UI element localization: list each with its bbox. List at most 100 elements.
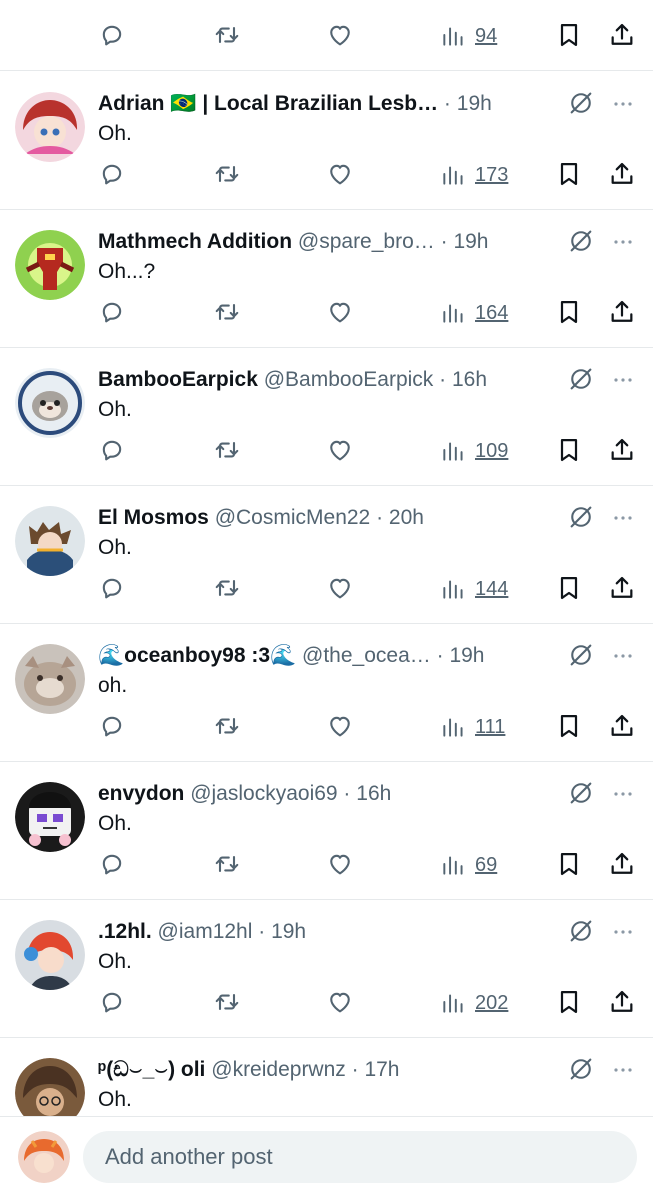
share-icon[interactable]: [608, 574, 638, 604]
heart-icon[interactable]: [326, 988, 356, 1018]
reply-icon[interactable]: [98, 160, 128, 190]
heart-icon[interactable]: [326, 436, 356, 466]
repost-icon[interactable]: [213, 436, 243, 466]
display-name[interactable]: .12hl.: [98, 920, 152, 943]
user-handle[interactable]: @kreideprwnz: [211, 1058, 346, 1081]
bookmark-icon[interactable]: [555, 160, 585, 190]
views-button[interactable]: 202: [440, 988, 530, 1018]
avatar[interactable]: [15, 1058, 85, 1116]
reply-icon[interactable]: [98, 21, 128, 51]
display-name[interactable]: El Mosmos: [98, 506, 209, 529]
avatar[interactable]: [15, 506, 85, 576]
more-options-icon[interactable]: [609, 644, 637, 668]
display-name[interactable]: Mathmech Addition: [98, 230, 292, 253]
bookmark-icon[interactable]: [555, 298, 585, 328]
my-avatar[interactable]: [18, 1131, 70, 1183]
bookmark-icon[interactable]: [555, 850, 585, 880]
bookmark-icon[interactable]: [555, 21, 585, 51]
post-time[interactable]: 17h: [364, 1058, 399, 1081]
post-time[interactable]: 20h: [389, 506, 424, 529]
repost-icon[interactable]: [213, 21, 243, 51]
post-time[interactable]: 19h: [449, 644, 484, 667]
reply-icon[interactable]: [98, 436, 128, 466]
heart-icon[interactable]: [326, 574, 356, 604]
user-handle[interactable]: @CosmicMen22: [215, 506, 371, 529]
repost-icon[interactable]: [213, 298, 243, 328]
more-options-icon[interactable]: [609, 506, 637, 530]
post[interactable]: Mathmech Addition @spare_bro… · 19h Oh..…: [0, 210, 653, 348]
mute-conversation-icon[interactable]: [567, 365, 595, 393]
bookmark-icon[interactable]: [555, 988, 585, 1018]
heart-icon[interactable]: [326, 160, 356, 190]
repost-icon[interactable]: [213, 712, 243, 742]
share-icon[interactable]: [608, 436, 638, 466]
more-options-icon[interactable]: [609, 230, 637, 254]
post[interactable]: 94: [0, 0, 653, 71]
post[interactable]: Adrian 🇧🇷 | Local Brazilian Lesb… · 19h …: [0, 72, 653, 210]
display-name[interactable]: envydon: [98, 782, 184, 805]
avatar[interactable]: [15, 920, 85, 990]
post[interactable]: El Mosmos @CosmicMen22 · 20h Oh. 144: [0, 486, 653, 624]
post-time[interactable]: 16h: [356, 782, 391, 805]
display-name[interactable]: 🌊oceanboy98 :3🌊: [98, 644, 296, 667]
share-icon[interactable]: [608, 160, 638, 190]
heart-icon[interactable]: [326, 21, 356, 51]
post[interactable]: BambooEarpick @BambooEarpick · 16h Oh. 1…: [0, 348, 653, 486]
mute-conversation-icon[interactable]: [567, 227, 595, 255]
avatar[interactable]: [15, 230, 85, 300]
reply-icon[interactable]: [98, 574, 128, 604]
user-handle[interactable]: @jaslockyaoi69: [190, 782, 337, 805]
bookmark-icon[interactable]: [555, 574, 585, 604]
post-time[interactable]: 19h: [457, 92, 492, 115]
reply-icon[interactable]: [98, 298, 128, 328]
user-handle[interactable]: @iam12hl: [158, 920, 253, 943]
avatar[interactable]: [15, 368, 85, 438]
post[interactable]: ᵖ(ඩ⌣_⌣) oli @kreideprwnz · 17h Oh.: [0, 1038, 653, 1116]
heart-icon[interactable]: [326, 850, 356, 880]
reply-icon[interactable]: [98, 850, 128, 880]
post[interactable]: envydon @jaslockyaoi69 · 16h Oh. 69: [0, 762, 653, 900]
heart-icon[interactable]: [326, 298, 356, 328]
views-button[interactable]: 94: [440, 21, 530, 51]
more-options-icon[interactable]: [609, 92, 637, 116]
user-handle[interactable]: @BambooEarpick: [264, 368, 434, 391]
views-button[interactable]: 111: [440, 712, 530, 742]
more-options-icon[interactable]: [609, 368, 637, 392]
avatar[interactable]: [15, 782, 85, 852]
reply-icon[interactable]: [98, 988, 128, 1018]
mute-conversation-icon[interactable]: [567, 917, 595, 945]
share-icon[interactable]: [608, 850, 638, 880]
views-button[interactable]: 144: [440, 574, 530, 604]
post-time[interactable]: 16h: [452, 368, 487, 391]
views-button[interactable]: 109: [440, 436, 530, 466]
post-time[interactable]: 19h: [271, 920, 306, 943]
repost-icon[interactable]: [213, 850, 243, 880]
display-name[interactable]: BambooEarpick: [98, 368, 258, 391]
views-button[interactable]: 69: [440, 850, 530, 880]
avatar[interactable]: [15, 644, 85, 714]
post-time[interactable]: 19h: [453, 230, 488, 253]
add-post-input[interactable]: Add another post: [83, 1131, 637, 1183]
display-name[interactable]: Adrian 🇧🇷 | Local Brazilian Lesb…: [98, 92, 438, 115]
user-handle[interactable]: @spare_bro…: [298, 230, 435, 253]
views-button[interactable]: 164: [440, 298, 530, 328]
more-options-icon[interactable]: [609, 920, 637, 944]
display-name[interactable]: ᵖ(ඩ⌣_⌣) oli: [98, 1058, 205, 1081]
post[interactable]: 🌊oceanboy98 :3🌊 @the_ocea… · 19h oh. 111: [0, 624, 653, 762]
views-button[interactable]: 173: [440, 160, 530, 190]
mute-conversation-icon[interactable]: [567, 641, 595, 669]
mute-conversation-icon[interactable]: [567, 89, 595, 117]
share-icon[interactable]: [608, 21, 638, 51]
share-icon[interactable]: [608, 988, 638, 1018]
mute-conversation-icon[interactable]: [567, 1055, 595, 1083]
mute-conversation-icon[interactable]: [567, 503, 595, 531]
more-options-icon[interactable]: [609, 782, 637, 806]
mute-conversation-icon[interactable]: [567, 779, 595, 807]
user-handle[interactable]: @the_ocea…: [302, 644, 431, 667]
avatar[interactable]: [15, 92, 85, 162]
heart-icon[interactable]: [326, 712, 356, 742]
repost-icon[interactable]: [213, 160, 243, 190]
bookmark-icon[interactable]: [555, 436, 585, 466]
repost-icon[interactable]: [213, 574, 243, 604]
post[interactable]: .12hl. @iam12hl · 19h Oh. 202: [0, 900, 653, 1038]
